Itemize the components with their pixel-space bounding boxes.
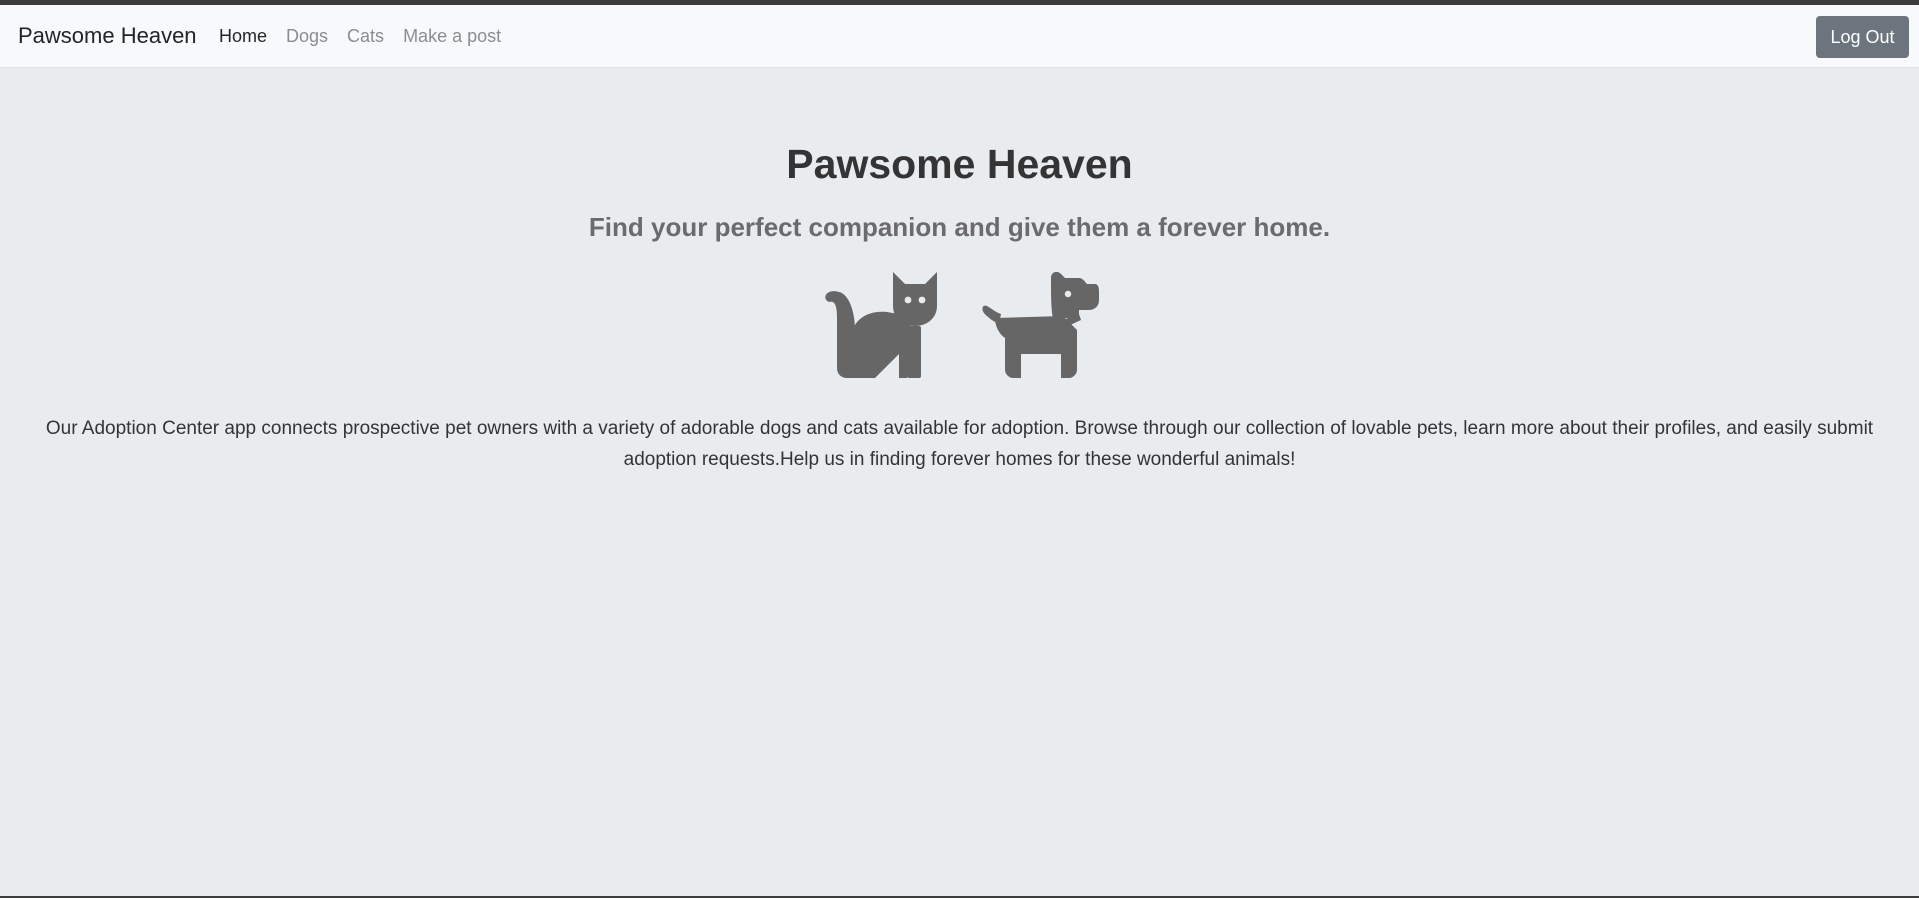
navbar-brand[interactable]: Pawsome Heaven xyxy=(18,23,197,49)
intro-paragraph: Our Adoption Center app connects prospec… xyxy=(45,418,1874,470)
pet-icons xyxy=(0,270,1919,378)
dog-icon xyxy=(982,271,1099,378)
page-subtitle: Find your perfect companion and give the… xyxy=(588,212,1331,242)
nav-link-dogs[interactable]: Dogs xyxy=(286,26,328,46)
nav-link-cats[interactable]: Cats xyxy=(347,26,384,46)
logout-button[interactable]: Log Out xyxy=(1816,16,1909,58)
nav-links: Home Dogs Cats Make a post xyxy=(219,26,520,47)
nav-link-make-a-post[interactable]: Make a post xyxy=(403,26,501,46)
nav-link-home[interactable]: Home xyxy=(219,26,267,46)
navbar: Pawsome Heaven Home Dogs Cats Make a pos… xyxy=(0,5,1919,68)
cat-icon xyxy=(824,272,937,378)
page-title: Pawsome Heaven xyxy=(786,141,1133,187)
